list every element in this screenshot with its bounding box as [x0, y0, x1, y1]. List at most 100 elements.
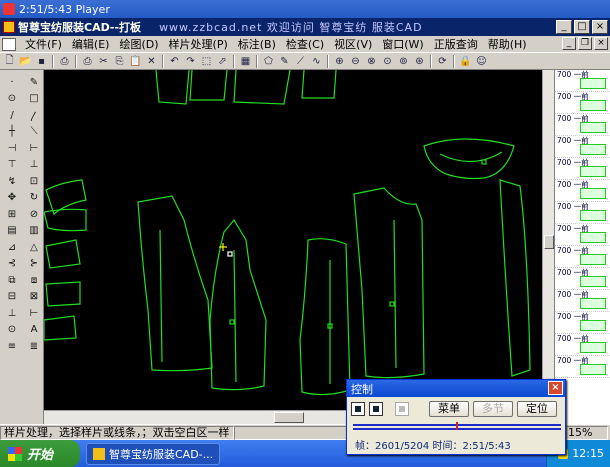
mdi-restore-button[interactable]: ❐ [578, 37, 592, 50]
pen-icon[interactable]: ✎ [277, 54, 292, 69]
tool-button-1[interactable]: ✎ [24, 74, 44, 91]
tool-button-0[interactable]: · [2, 74, 22, 91]
menu-draw[interactable]: 绘图(D) [114, 36, 163, 52]
curve-icon[interactable]: ∿ [309, 54, 324, 69]
vertical-scroll-thumb[interactable] [544, 235, 554, 249]
tool-button-6[interactable]: ┼ [2, 124, 22, 141]
piece-list-item[interactable]: 700 一前 [555, 268, 610, 290]
tool-button-14[interactable]: ✥ [2, 190, 22, 207]
taskbar-app-button[interactable]: 智尊宝纺服装CAD-... [86, 442, 221, 465]
tool-button-9[interactable]: ⊢ [24, 140, 44, 157]
menu-view[interactable]: 视区(V) [329, 36, 377, 52]
tool-button-15[interactable]: ↻ [24, 190, 44, 207]
pattern-drawing[interactable] [44, 70, 542, 410]
start-button[interactable]: 开始 [0, 440, 80, 467]
tool-button-10[interactable]: ⊤ [2, 157, 22, 174]
tool-button-7[interactable]: ⟍ [24, 124, 44, 141]
cut-icon[interactable]: ✂ [96, 54, 111, 69]
tool-button-20[interactable]: ⊿ [2, 239, 22, 256]
delete-icon[interactable]: ✕ [144, 54, 159, 69]
mdi-minimize-button[interactable]: _ [562, 37, 576, 50]
refresh-icon[interactable]: ⟳ [435, 54, 450, 69]
zoom-prev-icon[interactable]: ⊚ [396, 54, 411, 69]
menu-piece[interactable]: 样片处理(P) [164, 36, 233, 52]
piece-list-item[interactable]: 700 一前 [555, 70, 610, 92]
playback-progress-knob[interactable] [456, 422, 458, 430]
piece-list-item[interactable]: 700 一前 [555, 158, 610, 180]
menu-window[interactable]: 窗口(W) [377, 36, 428, 52]
tool-button-19[interactable]: ▥ [24, 223, 44, 240]
zoom-window-icon[interactable]: ⊗ [364, 54, 379, 69]
piece-list-item[interactable]: 700 一前 [555, 202, 610, 224]
play-toggle-button[interactable] [351, 402, 365, 416]
maximize-button[interactable]: □ [574, 20, 590, 34]
tool-button-4[interactable]: / [2, 107, 22, 124]
control-close-button[interactable]: × [548, 381, 563, 395]
piece-list-item[interactable]: 700 一前 [555, 114, 610, 136]
tool-button-23[interactable]: ⊱ [24, 256, 44, 273]
pan-icon[interactable]: ⊛ [412, 54, 427, 69]
piece-list-item[interactable]: 700 一前 [555, 356, 610, 378]
menu-check[interactable]: 检查(C) [281, 36, 329, 52]
open-icon[interactable]: 📂 [18, 54, 33, 69]
knife-icon[interactable]: ⟋ [293, 54, 308, 69]
stop-toggle-button[interactable] [369, 402, 383, 416]
locate-button[interactable]: 定位 [517, 401, 557, 417]
drawing-canvas[interactable] [44, 70, 542, 410]
tool-button-11[interactable]: ⊥ [24, 157, 44, 174]
zoom-out-icon[interactable]: ⊖ [348, 54, 363, 69]
horizontal-scroll-thumb[interactable] [274, 412, 304, 423]
control-titlebar[interactable]: 控制 [347, 380, 565, 397]
lock-icon[interactable]: 🔒 [458, 54, 473, 69]
menu-license[interactable]: 正版查询 [429, 36, 483, 52]
tool-button-31[interactable]: A [24, 322, 44, 339]
tool-button-17[interactable]: ⊘ [24, 206, 44, 223]
tool-button-24[interactable]: ⧉ [2, 272, 22, 289]
save-icon[interactable]: ▪ [34, 54, 49, 69]
minimize-button[interactable]: _ [556, 20, 572, 34]
canvas-vertical-scrollbar[interactable] [542, 70, 554, 410]
tool-button-22[interactable]: ⊰ [2, 256, 22, 273]
print-preview-icon[interactable]: ⎙ [57, 54, 72, 69]
draw-icon[interactable]: ⬠ [261, 54, 276, 69]
menu-edit[interactable]: 编辑(E) [67, 36, 115, 52]
pointer-icon[interactable]: ⬀ [215, 54, 230, 69]
print-icon[interactable]: ⎙ [80, 54, 95, 69]
zoom-all-icon[interactable]: ⊙ [380, 54, 395, 69]
close-button[interactable]: × [592, 20, 608, 34]
menu-file[interactable]: 文件(F) [20, 36, 67, 52]
tool-button-3[interactable]: □ [24, 91, 44, 108]
tool-button-5[interactable]: 〳 [24, 107, 44, 124]
paste-icon[interactable]: 📋 [128, 54, 143, 69]
record-toggle-button[interactable] [395, 402, 409, 416]
redo-icon[interactable]: ↷ [183, 54, 198, 69]
piece-list-item[interactable]: 700 一前 [555, 224, 610, 246]
menu-help[interactable]: 帮助(H) [483, 36, 532, 52]
tool-button-29[interactable]: ⊢ [24, 305, 44, 322]
tool-button-30[interactable]: ⊙ [2, 322, 22, 339]
piece-list-item[interactable]: 700 一前 [555, 136, 610, 158]
tool-button-25[interactable]: ⧈ [24, 272, 44, 289]
menu-button[interactable]: 菜单 [429, 401, 469, 417]
tool-button-21[interactable]: △ [24, 239, 44, 256]
document-icon[interactable] [2, 37, 16, 51]
mdi-close-button[interactable]: × [594, 37, 608, 50]
tool-button-2[interactable]: ⊙ [2, 91, 22, 108]
measure-icon[interactable]: ▦ [238, 54, 253, 69]
piece-list-panel[interactable]: 700 一前 700 一前 700 一前 700 一前 700 一前 700 一前 700 … [554, 70, 610, 428]
tool-button-32[interactable]: ≡ [2, 338, 22, 355]
undo-icon[interactable]: ↶ [167, 54, 182, 69]
tool-button-18[interactable]: ▤ [2, 223, 22, 240]
piece-list-item[interactable]: 700 一前 [555, 180, 610, 202]
piece-list-item[interactable]: 700 一前 [555, 312, 610, 334]
copy-icon[interactable]: ⎘ [112, 54, 127, 69]
tool-button-27[interactable]: ⊠ [24, 289, 44, 306]
tool-button-13[interactable]: ⊡ [24, 173, 44, 190]
tool-button-26[interactable]: ⊟ [2, 289, 22, 306]
piece-list-item[interactable]: 700 一前 [555, 246, 610, 268]
tool-button-8[interactable]: ⊣ [2, 140, 22, 157]
menu-mark[interactable]: 标注(B) [233, 36, 281, 52]
zoom-in-icon[interactable]: ⊕ [332, 54, 347, 69]
piece-list-item[interactable]: 700 一前 [555, 334, 610, 356]
tool-button-33[interactable]: ≣ [24, 338, 44, 355]
